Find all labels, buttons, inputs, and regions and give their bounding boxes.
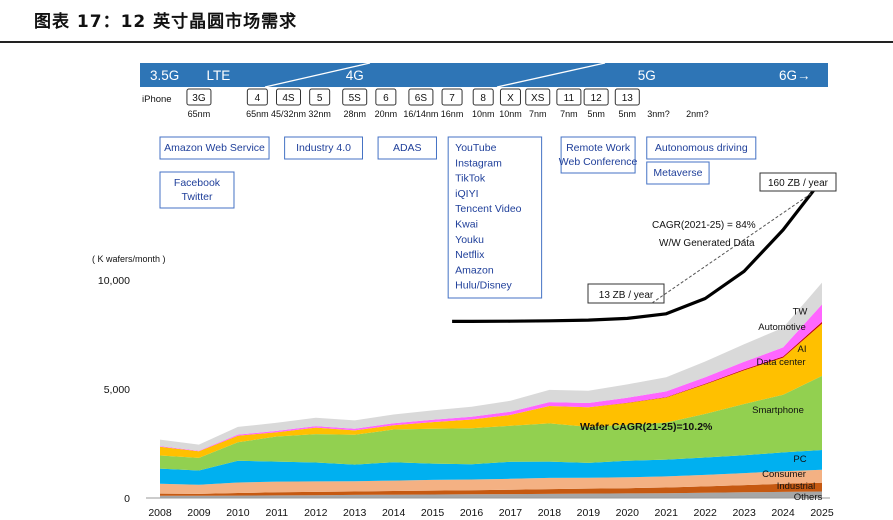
- application-label: Twitter: [182, 191, 213, 203]
- generation-label: LTE: [207, 68, 231, 83]
- x-tick-label: 2013: [343, 507, 367, 519]
- series-label: Smartphone: [752, 405, 804, 416]
- iphone-model-name: 3G: [192, 93, 206, 104]
- process-node-label: 3nm?: [647, 109, 670, 119]
- application-label: Kwai: [455, 219, 478, 231]
- series-label: Consumer: [762, 469, 806, 480]
- x-tick-label: 2009: [187, 507, 211, 519]
- iphone-label: iPhone: [142, 94, 172, 105]
- x-tick-label: 2010: [226, 507, 250, 519]
- iphone-model-name: 6: [383, 93, 389, 104]
- application-label: ADAS: [393, 142, 422, 154]
- application-label: Amazon: [455, 264, 494, 276]
- series-label: PC: [793, 454, 806, 465]
- application-label: Tencent Video: [455, 203, 522, 215]
- generation-band: [140, 63, 828, 87]
- series-label: Industrial: [777, 481, 816, 492]
- wafer-demand-chart: 2008 2009 2010 2011 2012 2013 2014 2015 2016 2017…: [92, 62, 837, 519]
- application-label: Metaverse: [653, 167, 702, 179]
- application-label: Amazon Web Service: [164, 142, 265, 154]
- x-tick-label: 2019: [577, 507, 601, 519]
- x-tick-label: 2015: [421, 507, 445, 519]
- application-label: Youku: [455, 234, 484, 246]
- application-label: TikTok: [455, 173, 486, 185]
- iphone-model-name: 13: [622, 93, 634, 104]
- application-boxes: Amazon Web Service Industry 4.0 ADAS YouTub…: [159, 136, 757, 299]
- x-tick-label: 2023: [732, 507, 756, 519]
- generation-label: 5G: [638, 68, 656, 83]
- application-label: Facebook: [174, 177, 221, 189]
- iphone-model-name: 6S: [415, 93, 428, 104]
- application-label: iQIYI: [455, 188, 478, 200]
- x-tick-label: 2024: [771, 507, 795, 519]
- series-label: AI: [798, 344, 807, 355]
- x-tick-label: 2018: [538, 507, 562, 519]
- x-tick-label: 2008: [148, 507, 172, 519]
- iphone-model-name: 5S: [349, 93, 362, 104]
- y-tick-label: 0: [124, 493, 130, 505]
- iphone-model-name: 7: [449, 93, 455, 104]
- application-label: Remote Work: [566, 142, 631, 154]
- application-label: Netflix: [455, 249, 485, 261]
- process-node-label: 7nm: [529, 109, 547, 119]
- process-node-label: 7nm: [560, 109, 578, 119]
- timeline-header: 3.5G LTE 4G 5G 6G→iPhone 3G65nm465nm4S45/32nm…: [140, 62, 828, 119]
- iphone-model-name: 11: [564, 93, 575, 104]
- x-tick-label: 2011: [266, 507, 289, 519]
- series-label: TW: [793, 306, 808, 317]
- application-label: Hulu/Disney: [455, 280, 512, 292]
- application-label: Industry 4.0: [296, 142, 351, 154]
- iphone-model-name: 5: [317, 93, 323, 104]
- x-tick-label: 2016: [460, 507, 484, 519]
- iphone-model-name: 12: [591, 93, 603, 104]
- application-label: Autonomous driving: [655, 142, 748, 154]
- application-label: YouTube: [455, 142, 496, 154]
- process-node-label: 2nm?: [686, 109, 709, 119]
- iphone-model-name: X: [507, 93, 514, 104]
- application-label: Instagram: [455, 157, 502, 169]
- y-tick-label: 10,000: [98, 275, 130, 287]
- y-tick-label: 5,000: [104, 384, 130, 396]
- generation-label: 6G→: [779, 68, 811, 83]
- process-node-label: 65nm: [188, 109, 211, 119]
- series-label: Automotive: [758, 322, 806, 333]
- process-node-label: 20nm: [375, 109, 398, 119]
- process-node-label: 5nm: [619, 109, 637, 119]
- iphone-model-name: 4: [255, 93, 261, 104]
- process-node-label: 10nm: [499, 109, 522, 119]
- iphone-model-name: 8: [480, 93, 486, 104]
- x-tick-label: 2025: [810, 507, 834, 519]
- x-tick-label: 2017: [499, 507, 523, 519]
- process-node-label: 10nm: [472, 109, 495, 119]
- zb-2021-label: 13 ZB / year: [599, 290, 654, 301]
- x-tick-label: 2012: [304, 507, 328, 519]
- process-node-label: 16nm: [441, 109, 464, 119]
- generation-label: 4G: [346, 68, 364, 83]
- process-node-label: 28nm: [343, 109, 366, 119]
- process-node-label: 32nm: [308, 109, 331, 119]
- iphone-model-name: XS: [531, 93, 545, 104]
- data-cagr-label: CAGR(2021-25) = 84%: [652, 220, 756, 231]
- x-tick-label: 2020: [616, 507, 640, 519]
- wafer-cagr-label: Wafer CAGR(21-25)=10.2%: [580, 421, 713, 433]
- x-tick-label: 2021: [655, 507, 679, 519]
- iphone-model-name: 4S: [282, 93, 295, 104]
- y-axis-label: ( K wafers/month ): [92, 254, 166, 264]
- x-tick-label: 2014: [382, 507, 406, 519]
- application-label: Web Conference: [559, 156, 638, 168]
- x-tick-label: 2022: [693, 507, 717, 519]
- series-label: Others: [794, 492, 823, 503]
- process-node-label: 45/32nm: [271, 109, 306, 119]
- process-node-label: 5nm: [587, 109, 605, 119]
- generation-label: 3.5G: [150, 68, 179, 83]
- series-label: Data center: [756, 357, 805, 368]
- process-node-label: 65nm: [246, 109, 269, 119]
- process-node-label: 16/14nm: [403, 109, 438, 119]
- generated-data-label: W/W Generated Data: [659, 238, 755, 249]
- stacked-areas: [160, 282, 822, 498]
- zb-2025-label: 160 ZB / year: [768, 178, 829, 189]
